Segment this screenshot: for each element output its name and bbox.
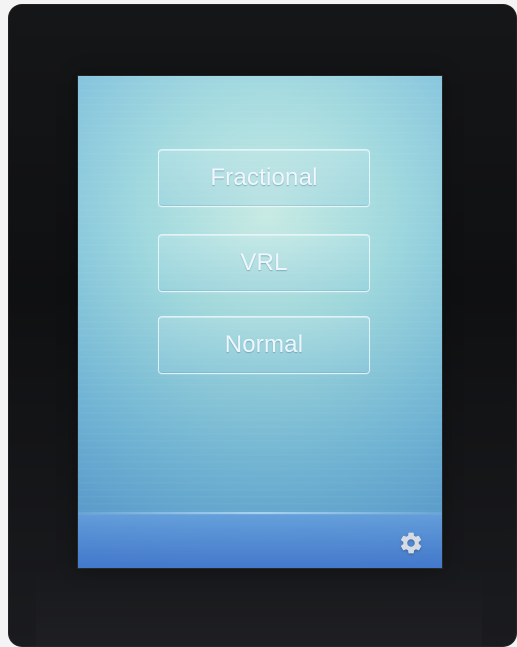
- normal-mode-button[interactable]: Normal: [158, 316, 370, 374]
- gear-icon: [398, 530, 424, 556]
- device-frame: Fractional VRL Normal: [8, 4, 517, 647]
- fractional-mode-button[interactable]: Fractional: [158, 149, 370, 207]
- settings-button[interactable]: [398, 530, 424, 556]
- bottom-toolbar: [78, 514, 442, 568]
- touch-screen: Fractional VRL Normal: [78, 76, 442, 568]
- bezel-shadow: [36, 569, 482, 647]
- vrl-mode-button[interactable]: VRL: [158, 234, 370, 292]
